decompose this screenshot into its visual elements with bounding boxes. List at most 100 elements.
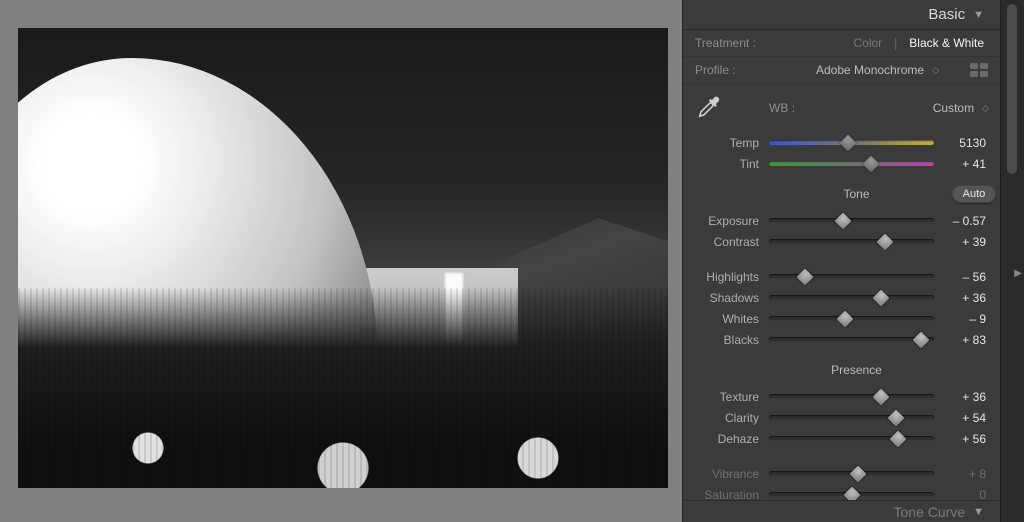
- dehaze-slider-row: Dehaze + 56: [683, 428, 990, 449]
- clarity-slider[interactable]: [769, 415, 934, 420]
- whites-slider-row: Whites – 9: [683, 308, 990, 329]
- exposure-value[interactable]: – 0.57: [942, 214, 990, 228]
- temp-slider-row: Temp 5130: [683, 132, 990, 153]
- tint-slider[interactable]: [769, 161, 934, 166]
- whites-value[interactable]: – 9: [942, 312, 990, 326]
- photo-foreground: [18, 288, 668, 488]
- shadows-value[interactable]: + 36: [942, 291, 990, 305]
- clarity-thumb[interactable]: [888, 409, 905, 426]
- tone-curve-panel-header[interactable]: Tone Curve ▼: [683, 500, 1000, 522]
- blacks-slider[interactable]: [769, 337, 934, 342]
- highlights-label: Highlights: [683, 270, 761, 284]
- exposure-slider[interactable]: [769, 218, 934, 223]
- shadows-label: Shadows: [683, 291, 761, 305]
- eyedropper-icon[interactable]: [695, 94, 723, 122]
- presence-sliders: Texture+ 36 Clarity + 54 Dehaze + 56: [683, 382, 1000, 449]
- blacks-label: Blacks: [683, 333, 761, 347]
- highlights-value[interactable]: – 56: [942, 270, 990, 284]
- shadows-slider[interactable]: [769, 295, 934, 300]
- blacks-slider-row: Blacks + 83: [683, 329, 990, 350]
- clarity-value[interactable]: + 54: [942, 411, 990, 425]
- tone-curve-title: Tone Curve: [894, 504, 966, 520]
- basic-panel-header[interactable]: Basic ▼: [683, 0, 1000, 30]
- tint-label: Tint: [683, 157, 761, 171]
- wb-preset[interactable]: Custom: [933, 101, 974, 115]
- temp-label: Temp: [683, 136, 761, 150]
- blacks-value[interactable]: + 83: [942, 333, 990, 347]
- vibrance-slider-row: Vibrance + 8: [683, 463, 990, 484]
- treatment-row: Treatment : Color | Black & White: [683, 30, 1000, 57]
- temp-thumb[interactable]: [840, 134, 857, 151]
- profile-value[interactable]: Adobe Monochrome: [816, 63, 924, 77]
- app-root: Basic ▼ Treatment : Color | Black & Whit…: [0, 0, 1024, 522]
- vibrance-slider[interactable]: [769, 471, 934, 476]
- clarity-label: Clarity: [683, 411, 761, 425]
- tint-slider-row: Tint + 41: [683, 153, 990, 174]
- presence-heading: Presence: [769, 363, 944, 377]
- dehaze-label: Dehaze: [683, 432, 761, 446]
- wb-chevrons-icon[interactable]: ◇: [982, 103, 988, 114]
- whites-label: Whites: [683, 312, 761, 326]
- saturation-slider[interactable]: [769, 492, 934, 497]
- vibrance-label: Vibrance: [683, 467, 761, 481]
- disclosure-triangle-icon[interactable]: ▼: [973, 9, 984, 21]
- tint-value[interactable]: + 41: [942, 157, 990, 171]
- tone-sliders-2: Highlights – 56 Shadows + 36 Whites – 9 Blacks…: [683, 262, 1000, 350]
- profile-label: Profile :: [695, 63, 736, 77]
- exposure-label: Exposure: [683, 214, 761, 228]
- profile-browser-icon[interactable]: [970, 63, 988, 77]
- contrast-label: Contrast: [683, 235, 761, 249]
- treatment-divider: |: [894, 36, 897, 50]
- panel-scrollbar-thumb[interactable]: [1007, 4, 1017, 174]
- clarity-slider-row: Clarity + 54: [683, 407, 990, 428]
- whites-slider[interactable]: [769, 316, 934, 321]
- vibrance-value[interactable]: + 8: [942, 467, 990, 481]
- highlights-slider-row: Highlights – 56: [683, 266, 990, 287]
- highlights-thumb[interactable]: [797, 268, 814, 285]
- photo-canvas[interactable]: [18, 28, 668, 488]
- tone-heading: Tone: [769, 187, 944, 201]
- exposure-thumb[interactable]: [835, 212, 852, 229]
- highlights-slider[interactable]: [769, 274, 934, 279]
- contrast-value[interactable]: + 39: [942, 235, 990, 249]
- texture-slider[interactable]: [769, 394, 934, 399]
- wb-row: WB : Custom ◇: [683, 84, 1000, 128]
- right-panel-wrap: Basic ▼ Treatment : Color | Black & Whit…: [682, 0, 1024, 522]
- contrast-slider[interactable]: [769, 239, 934, 244]
- tone-sliders-1: Exposure – 0.57 Contrast + 39: [683, 206, 1000, 252]
- profile-chevrons-icon[interactable]: ◇: [932, 65, 938, 76]
- tone-section-head: Tone Auto: [683, 182, 1000, 206]
- treatment-color-option[interactable]: Color: [849, 36, 886, 50]
- presence-section-head: Presence: [683, 358, 1000, 382]
- contrast-thumb[interactable]: [876, 233, 893, 250]
- dehaze-value[interactable]: + 56: [942, 432, 990, 446]
- tint-thumb[interactable]: [863, 155, 880, 172]
- basic-panel: Basic ▼ Treatment : Color | Black & Whit…: [682, 0, 1000, 522]
- temp-value[interactable]: 5130: [942, 136, 990, 150]
- treatment-bw-option[interactable]: Black & White: [905, 36, 988, 50]
- auto-button[interactable]: Auto: [952, 185, 996, 203]
- presence-disabled-sliders: Vibrance+ 8Saturation0: [683, 459, 1000, 505]
- temp-slider[interactable]: [769, 140, 934, 145]
- basic-panel-title: Basic: [928, 6, 965, 23]
- shadows-slider-row: Shadows + 36: [683, 287, 990, 308]
- whites-thumb[interactable]: [836, 310, 853, 327]
- profile-row: Profile : Adobe Monochrome ◇: [683, 57, 1000, 84]
- wb-label: WB :: [769, 101, 795, 115]
- shadows-thumb[interactable]: [873, 289, 890, 306]
- tone-curve-disclosure-icon[interactable]: ▼: [973, 506, 984, 518]
- exposure-slider-row: Exposure – 0.57: [683, 210, 990, 231]
- wb-sliders: Temp 5130 Tint + 41: [683, 128, 1000, 174]
- dehaze-slider[interactable]: [769, 436, 934, 441]
- dehaze-thumb[interactable]: [889, 430, 906, 447]
- image-preview-area[interactable]: [0, 0, 682, 522]
- texture-slider-row: Texture+ 36: [683, 386, 990, 407]
- texture-value[interactable]: + 36: [942, 390, 990, 404]
- blacks-thumb[interactable]: [912, 331, 929, 348]
- contrast-slider-row: Contrast + 39: [683, 231, 990, 252]
- panel-scrollbar-gutter: ▶: [1000, 0, 1024, 522]
- vibrance-thumb[interactable]: [850, 465, 867, 482]
- texture-thumb[interactable]: [873, 388, 890, 405]
- treatment-label: Treatment :: [695, 36, 756, 50]
- panel-expand-caret-icon[interactable]: ▶: [1014, 268, 1022, 279]
